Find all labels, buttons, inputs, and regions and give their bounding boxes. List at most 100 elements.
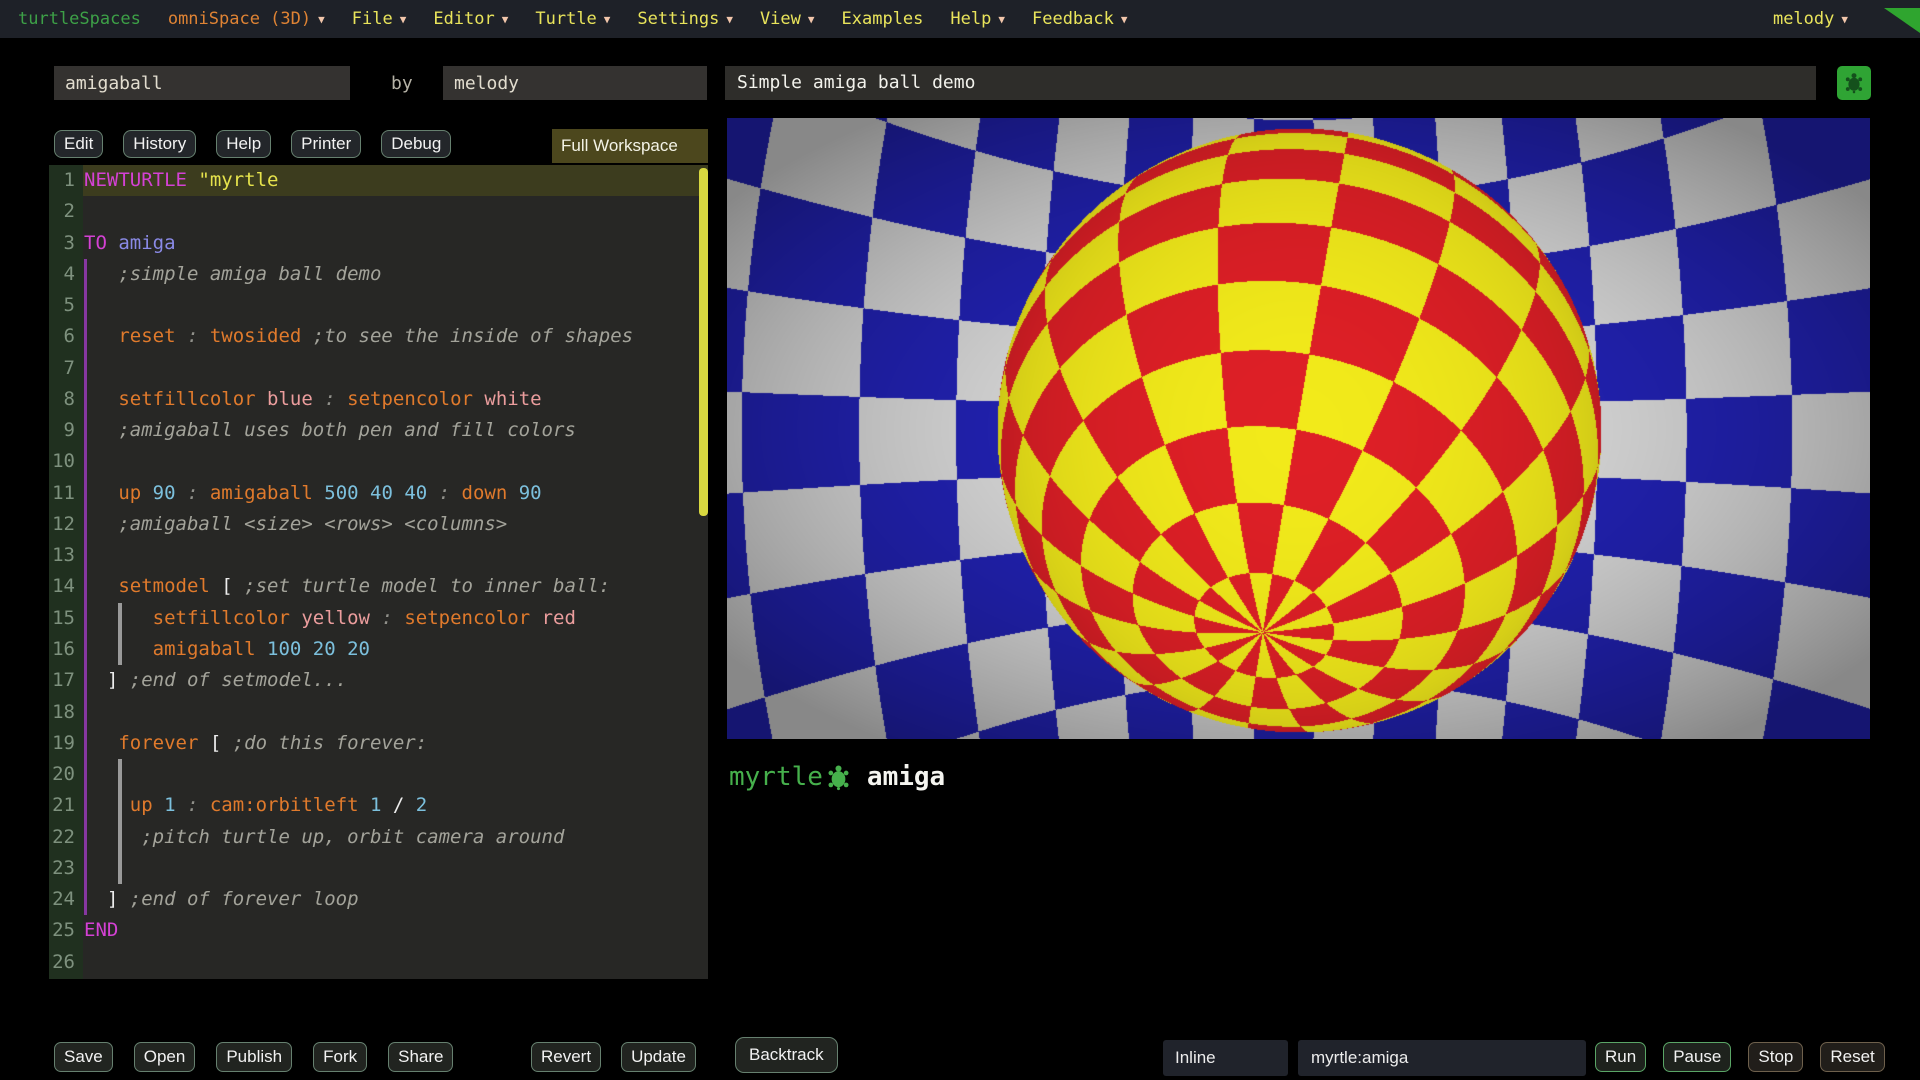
code-token-pun: ] (84, 669, 118, 691)
code-token-num: 2 (404, 794, 427, 816)
viewer-title: Simple amiga ball demo (725, 66, 1816, 100)
app-root: turtleSpaces omniSpace (3D) ▼ File▼Edito… (0, 0, 1920, 1080)
menu-view[interactable]: View▼ (760, 9, 815, 29)
share-button[interactable]: Share (388, 1042, 453, 1072)
code-token-kw: TO (84, 232, 107, 254)
code-token-cmd: setpencolor (347, 388, 473, 410)
publish-button[interactable]: Publish (216, 1042, 292, 1072)
line-number: 20 (49, 759, 84, 790)
line-number: 23 (49, 853, 84, 884)
line-number: 17 (49, 665, 84, 696)
line-number: 15 (49, 603, 84, 634)
reset-button[interactable]: Reset (1820, 1042, 1884, 1072)
chevron-down-icon: ▼ (400, 14, 407, 25)
chevron-down-icon: ▼ (726, 14, 733, 25)
project-name-input[interactable] (54, 66, 350, 100)
turtle-indicator-button[interactable] (1837, 66, 1871, 100)
menu-file[interactable]: File ▼ (352, 9, 407, 29)
line-number: 4 (49, 259, 84, 290)
pause-button[interactable]: Pause (1663, 1042, 1731, 1072)
code-token-str: "myrtle (198, 169, 278, 191)
code-token-pln (107, 232, 118, 254)
tab-debug[interactable]: Debug (381, 130, 451, 158)
code-line: 3TO amiga (49, 228, 708, 259)
fork-button[interactable]: Fork (313, 1042, 367, 1072)
code-token-pun: [ (198, 732, 221, 754)
chevron-down-icon: ▼ (1841, 14, 1848, 25)
full-workspace-tab[interactable]: Full Workspace (552, 129, 708, 163)
chevron-down-icon: ▼ (604, 14, 611, 25)
code-token-sep: : (176, 794, 210, 816)
workspace-menu-label: omniSpace (3D) (168, 9, 311, 29)
menu-editor[interactable]: Editor▼ (433, 9, 508, 29)
line-number: 2 (49, 196, 84, 227)
line-number: 6 (49, 321, 84, 352)
line-number: 10 (49, 446, 84, 477)
code-token-com: ;pitch turtle up, orbit camera around (84, 826, 564, 848)
update-button[interactable]: Update (621, 1042, 696, 1072)
open-button[interactable]: Open (134, 1042, 196, 1072)
code-line: 15 setfillcolor yellow : setpencolor red (49, 603, 708, 634)
line-number: 22 (49, 822, 84, 853)
code-token-num: 100 20 20 (256, 638, 370, 660)
code-line: 16 amigaball 100 20 20 (49, 634, 708, 665)
code-line: 4 ;simple amiga ball demo (49, 259, 708, 290)
menu-list: File▼Editor▼Turtle▼Settings▼View▼Example… (352, 9, 1128, 29)
tab-edit[interactable]: Edit (54, 130, 103, 158)
menu-examples[interactable]: Examples (842, 9, 924, 29)
chevron-down-icon: ▼ (998, 14, 1005, 25)
line-number: 12 (49, 509, 84, 540)
line-number: 1 (49, 165, 84, 196)
graphics-canvas[interactable] (727, 118, 1870, 739)
code-token-cmd: setpencolor (404, 607, 530, 629)
line-number: 24 (49, 884, 84, 915)
code-token-cmd: up (84, 482, 141, 504)
code-line: 2 (49, 196, 708, 227)
backtrack-button[interactable]: Backtrack (735, 1037, 838, 1073)
code-token-sep: : (370, 607, 404, 629)
line-number: 14 (49, 571, 84, 602)
line-number: 8 (49, 384, 84, 415)
code-line: 14 setmodel [ ;set turtle model to inner… (49, 571, 708, 602)
code-line: 12 ;amigaball <size> <rows> <columns> (49, 509, 708, 540)
save-button[interactable]: Save (54, 1042, 113, 1072)
project-author-input[interactable] (443, 66, 707, 100)
tab-help[interactable]: Help (216, 130, 271, 158)
menu-label: View (760, 9, 801, 29)
menu-feedback[interactable]: Feedback▼ (1032, 9, 1128, 29)
menu-settings[interactable]: Settings▼ (637, 9, 733, 29)
workspace-menu[interactable]: omniSpace (3D) ▼ (168, 9, 325, 29)
code-token-colr: yellow (290, 607, 370, 629)
user-menu[interactable]: melody ▼ (1773, 9, 1848, 29)
code-line: 9 ;amigaball uses both pen and fill colo… (49, 415, 708, 446)
code-token-colr: blue (256, 388, 313, 410)
code-line: 20 (49, 759, 708, 790)
code-token-cmd: cam:orbitleft (210, 794, 359, 816)
code-line: 7 (49, 353, 708, 384)
tab-printer[interactable]: Printer (291, 130, 361, 158)
run-button[interactable]: Run (1595, 1042, 1646, 1072)
code-token-com: ;end of forever loop (118, 888, 358, 910)
code-token-sep: : (313, 388, 347, 410)
code-line: 22 ;pitch turtle up, orbit camera around (49, 822, 708, 853)
tab-history[interactable]: History (123, 130, 196, 158)
editor-scrollbar-thumb[interactable] (699, 168, 708, 516)
code-token-colr: red (530, 607, 576, 629)
menu-turtle[interactable]: Turtle▼ (535, 9, 610, 29)
command-input[interactable] (1298, 1040, 1586, 1076)
revert-button[interactable]: Revert (531, 1042, 601, 1072)
menu-label: Feedback (1032, 9, 1114, 29)
menu-help[interactable]: Help ▼ (950, 9, 1005, 29)
file-button-group: Save Open Publish Fork Share (54, 1042, 453, 1072)
menu-label: Help (950, 9, 991, 29)
code-token-kw: NEWTURTLE (84, 169, 187, 191)
code-editor[interactable]: 1NEWTURTLE "myrtle23TO amiga4 ;simple am… (49, 165, 708, 979)
edit-button-group: Revert Update (531, 1042, 696, 1072)
code-line: 25END (49, 915, 708, 946)
console-command: amiga (867, 762, 945, 792)
code-token-com: ;simple amiga ball demo (84, 263, 381, 285)
menu-label: File (352, 9, 393, 29)
stop-button[interactable]: Stop (1748, 1042, 1803, 1072)
code-line: 5 (49, 290, 708, 321)
inline-mode-select[interactable]: Inline (1163, 1040, 1288, 1076)
